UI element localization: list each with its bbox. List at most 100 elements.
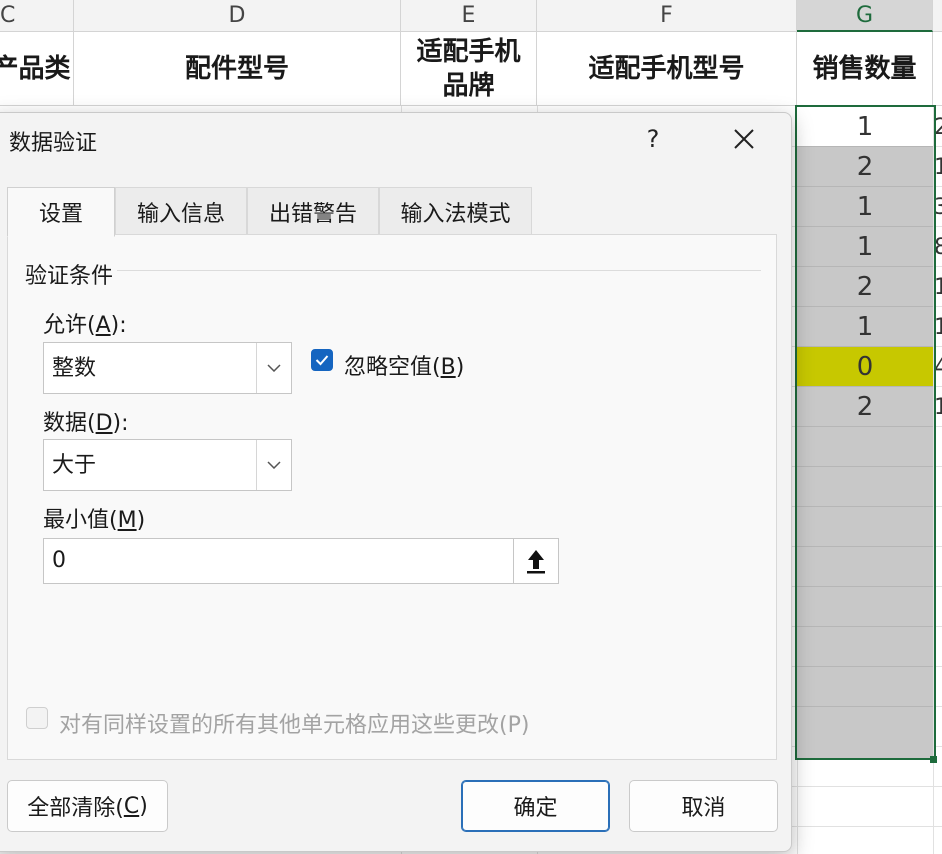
header-cell-part-model[interactable]: 配件型号 [74,32,401,106]
cell-value: 1 [934,314,942,340]
header-text: 适配手机型号 [588,53,745,84]
cell-value: 1 [856,111,874,142]
cell-value: 4 [934,354,942,380]
sales-qty-cell[interactable] [797,467,933,507]
checkmark-icon [315,355,329,366]
header-cell-sales-qty[interactable]: 销售数量 [797,32,933,106]
sales-qty-cell[interactable] [797,707,933,759]
allow-value: 整数 [52,356,97,381]
sales-qty-cell[interactable] [797,507,933,547]
column-header-g[interactable]: G [797,0,933,32]
button-label-key: C [123,793,140,819]
cell-value: 2 [856,151,874,182]
cell-value: 3 [934,194,942,220]
tab-error-alert[interactable]: 出错警告 [247,187,379,235]
sales-qty-cell[interactable]: 1 [797,227,933,267]
column-header-f[interactable]: F [537,0,797,32]
cell-value: 1 [934,394,942,420]
ok-button[interactable]: 确定 [461,780,610,832]
header-cell-h[interactable] [933,32,942,106]
chevron-down-icon [267,461,281,469]
sales-qty-cell[interactable]: 2 [797,387,933,427]
fill-handle[interactable] [930,756,937,763]
data-value: 大于 [52,453,97,478]
data-select[interactable]: 大于 [43,439,292,491]
button-label: 全部清除( [27,796,124,821]
sales-qty-cell[interactable] [797,547,933,587]
column-letter: F [660,3,673,28]
range-select-button[interactable] [513,539,558,583]
sales-qty-cell[interactable]: 1 [797,107,933,147]
ignore-blank-label[interactable]: 忽略空值(B) [344,349,464,381]
column-header-e[interactable]: E [401,0,537,32]
header-text: 适配手机品牌 [416,36,521,101]
sales-qty-cell[interactable] [797,667,933,707]
sales-qty-cell[interactable]: 2 [797,147,933,187]
allow-select[interactable]: 整数 [43,342,292,394]
column-header-d[interactable]: D [74,0,401,32]
cell-value: 1 [934,274,942,300]
h-cell[interactable]: 3 [934,187,942,227]
sales-qty-cell-highlighted[interactable]: 0 [797,347,933,387]
h-cell[interactable]: 1 [934,267,942,307]
column-letter: C [0,3,16,28]
sales-qty-cell[interactable] [797,427,933,467]
sales-qty-cell[interactable] [797,587,933,627]
cell-value: 2 [934,114,942,140]
header-cell-category[interactable]: 产品类 [0,32,74,106]
column-header-h[interactable] [933,0,942,32]
h-cell[interactable]: 1 [934,147,942,187]
h-cell[interactable]: 1 [934,387,942,427]
sales-qty-cell[interactable]: 2 [797,267,933,307]
cell-value: 2 [856,271,874,302]
dropdown-button[interactable] [256,440,291,490]
cancel-button[interactable]: 取消 [629,780,778,832]
cell-value: 2 [856,391,874,422]
tab-input-message[interactable]: 输入信息 [115,187,247,235]
cell-value: 1 [856,231,874,262]
tab-ime-mode[interactable]: 输入法模式 [379,187,532,235]
sales-qty-cell[interactable]: 1 [797,187,933,227]
cell-value: 0 [856,351,874,382]
allow-label: 允许(A): [43,313,127,338]
button-label: 取消 [681,796,726,821]
cell-value: 1 [856,191,874,222]
column-letter: G [855,2,874,28]
data-label: 数据(D): [43,411,129,436]
tab-label: 输入法模式 [400,201,511,227]
button-label: 确定 [513,796,558,821]
tab-label: 出错警告 [268,201,357,227]
range-collapse-icon [527,550,545,574]
help-button[interactable]: ? [631,117,675,161]
header-text: 配件型号 [184,53,289,84]
header-cell-phone-brand[interactable]: 适配手机品牌 [401,32,537,106]
header-text: 产品类 [0,53,71,84]
column-header-c[interactable]: C [0,0,74,32]
apply-all-checkbox[interactable] [26,707,48,729]
sales-qty-cell[interactable]: 1 [797,307,933,347]
cell-value: 1 [856,311,874,342]
header-text: 销售数量 [812,53,917,84]
minimum-label: 最小值(M) [43,508,146,533]
minimum-input[interactable]: 0 [43,538,559,584]
sales-qty-cell[interactable] [797,627,933,667]
data-validation-dialog: 数据验证 ? 设置 输入信息 出错警告 输入法模式 验证条件 允许(A): 整数… [0,112,792,852]
apply-all-label[interactable]: 对有同样设置的所有其他单元格应用这些更改(P) [59,707,529,739]
tab-label: 设置 [38,202,83,227]
h-cell[interactable]: 1 [934,307,942,347]
chevron-down-icon [267,364,281,372]
h-cell[interactable]: 2 [934,107,942,147]
header-cell-phone-model[interactable]: 适配手机型号 [537,32,797,106]
dialog-title: 数据验证 [9,131,98,156]
h-cell[interactable]: 8 [934,227,942,267]
clear-all-button[interactable]: 全部清除(C) [7,780,168,832]
tab-label: 输入信息 [136,201,225,227]
h-cell[interactable]: 4 [934,347,942,387]
tab-settings[interactable]: 设置 [7,187,115,237]
dropdown-button[interactable] [256,343,291,393]
column-letter: D [228,3,246,28]
close-button[interactable] [719,117,769,161]
ignore-blank-checkbox[interactable] [311,349,333,371]
cell-value: 1 [934,154,942,180]
group-title: 验证条件 [25,264,114,289]
